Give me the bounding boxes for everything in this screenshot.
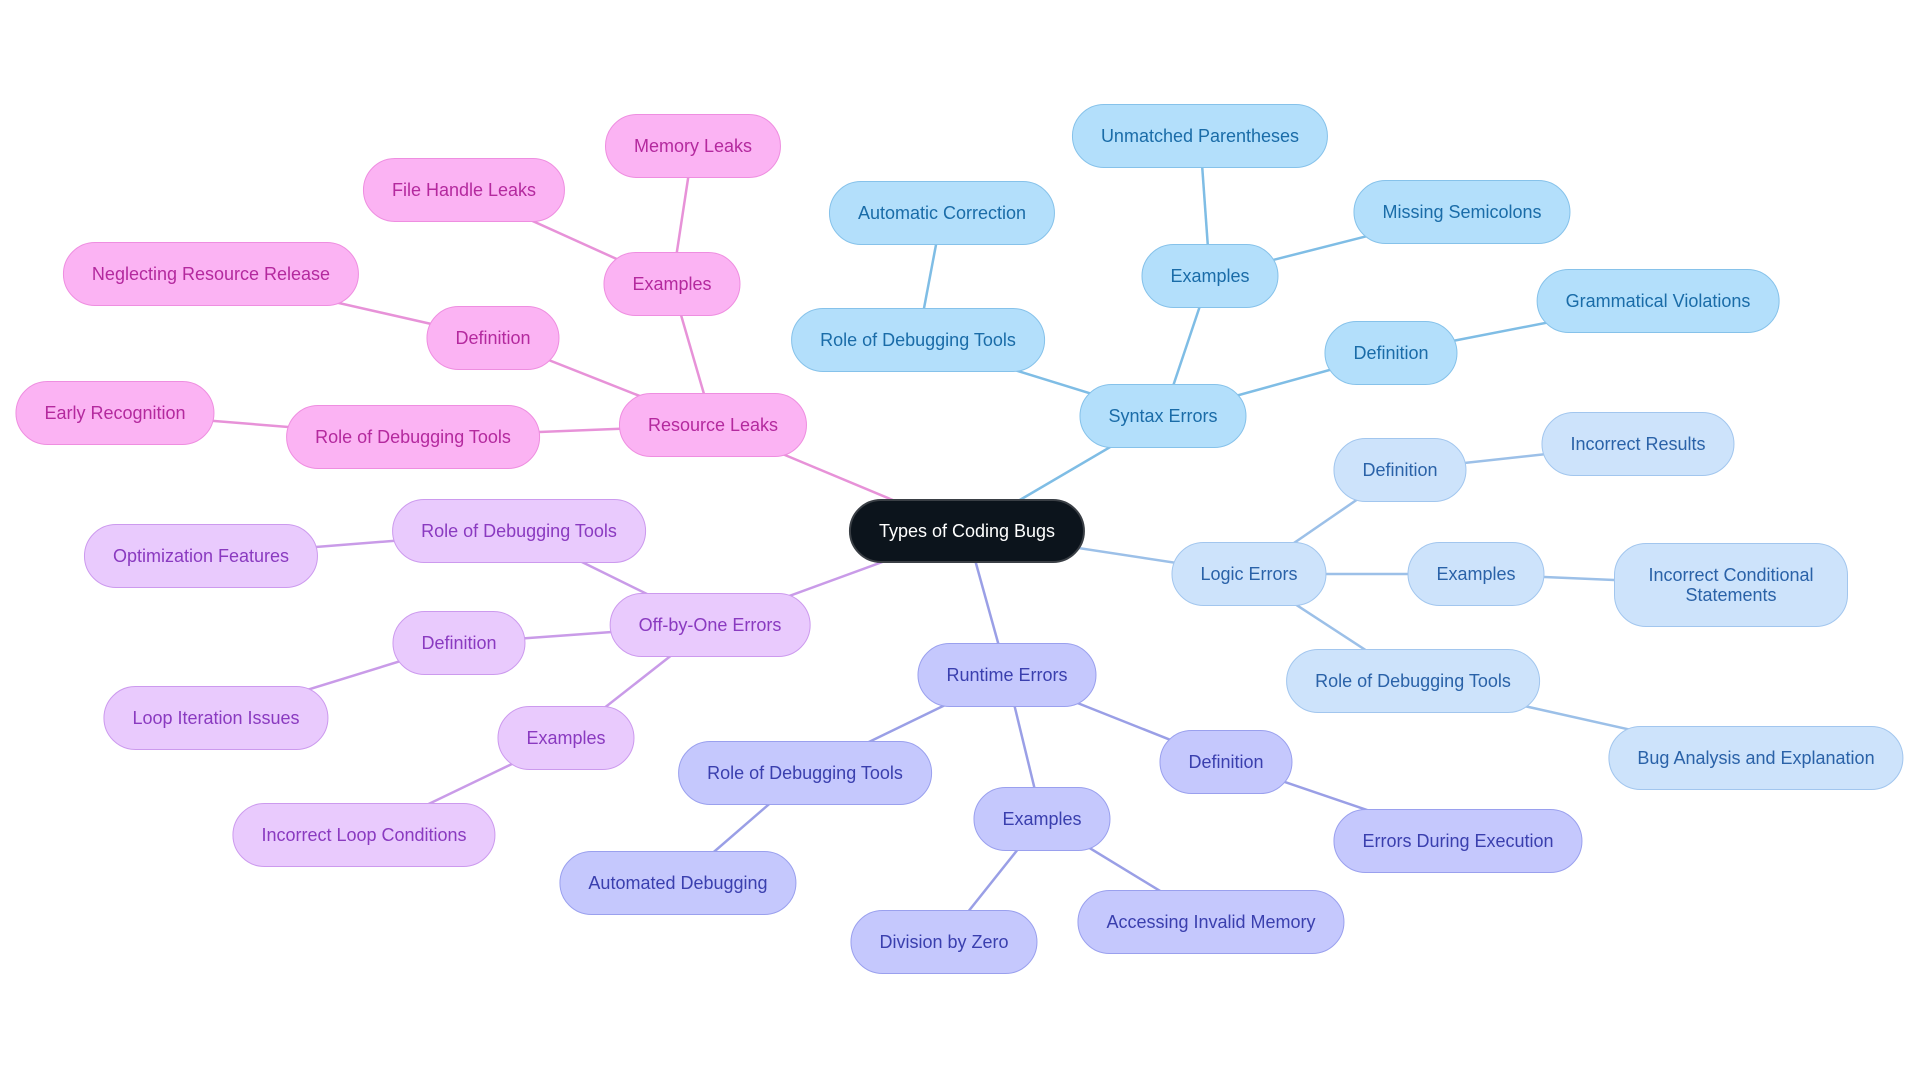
node-label: Examples <box>1170 266 1250 286</box>
node-logic-role-bug[interactable]: Bug Analysis and Explanation <box>1608 726 1904 790</box>
node-logic-role[interactable]: Role of Debugging Tools <box>1286 649 1540 713</box>
node-obo-def-loop[interactable]: Loop Iteration Issues <box>103 686 329 750</box>
node-rl-ex-mem[interactable]: Memory Leaks <box>604 114 782 178</box>
node-label: Definition <box>1362 460 1438 480</box>
node-logic-def-res[interactable]: Incorrect Results <box>1541 412 1735 476</box>
node-label: Missing Semicolons <box>1382 202 1542 222</box>
node-logic-def[interactable]: Definition <box>1333 438 1467 502</box>
node-label: Runtime Errors <box>946 665 1068 685</box>
node-label: Role of Debugging Tools <box>421 521 617 541</box>
node-rl-ex-file[interactable]: File Handle Leaks <box>362 158 566 222</box>
node-label: Division by Zero <box>879 932 1009 952</box>
node-label: Grammatical Violations <box>1565 291 1751 311</box>
node-obo-role[interactable]: Role of Debugging Tools <box>392 499 646 563</box>
node-label: Memory Leaks <box>633 136 753 156</box>
node-syntax-role-auto[interactable]: Automatic Correction <box>828 181 1056 245</box>
node-runtime-ex-zero[interactable]: Division by Zero <box>850 910 1038 974</box>
node-syntax[interactable]: Syntax Errors <box>1079 384 1247 448</box>
node-label: Syntax Errors <box>1108 406 1218 426</box>
node-rl-role[interactable]: Role of Debugging Tools <box>286 405 540 469</box>
node-label: Definition <box>1353 343 1429 363</box>
node-label: File Handle Leaks <box>391 180 537 200</box>
node-label: Incorrect Results <box>1570 434 1706 454</box>
node-label: Resource Leaks <box>647 415 779 435</box>
node-label: Examples <box>632 274 712 294</box>
node-obo-def[interactable]: Definition <box>392 611 526 675</box>
node-obo-ex[interactable]: Examples <box>497 706 635 770</box>
node-syntax-ex[interactable]: Examples <box>1141 244 1279 308</box>
node-label: Role of Debugging Tools <box>707 763 903 783</box>
mind-map-canvas: Types of Coding Bugs Syntax Errors Role of… <box>0 0 1920 1083</box>
node-runtime-ex[interactable]: Examples <box>973 787 1111 851</box>
node-label: Definition <box>421 633 497 653</box>
node-label: Automated Debugging <box>588 873 768 893</box>
node-label: Examples <box>526 728 606 748</box>
node-label: Unmatched Parentheses <box>1100 126 1300 146</box>
node-obo-ex-cond[interactable]: Incorrect Loop Conditions <box>232 803 496 867</box>
node-label: Logic Errors <box>1200 564 1298 584</box>
node-label: Off-by-One Errors <box>638 615 782 635</box>
node-rl-role-early[interactable]: Early Recognition <box>15 381 215 445</box>
node-logic[interactable]: Logic Errors <box>1171 542 1327 606</box>
node-label: Role of Debugging Tools <box>820 330 1016 350</box>
node-runtime[interactable]: Runtime Errors <box>917 643 1097 707</box>
node-label: Loop Iteration Issues <box>132 708 300 728</box>
node-obo-role-opt[interactable]: Optimization Features <box>83 524 319 588</box>
node-label: Neglecting Resource Release <box>91 264 331 284</box>
node-label: Types of Coding Bugs <box>878 521 1056 541</box>
node-syntax-role[interactable]: Role of Debugging Tools <box>791 308 1045 372</box>
node-label: Incorrect Loop Conditions <box>261 825 467 845</box>
node-label: Optimization Features <box>112 546 290 566</box>
node-runtime-role-auto[interactable]: Automated Debugging <box>559 851 797 915</box>
node-label: Definition <box>455 328 531 348</box>
node-rl-def-neg[interactable]: Neglecting Resource Release <box>62 242 360 306</box>
node-label: Role of Debugging Tools <box>1315 671 1511 691</box>
node-label: Examples <box>1002 809 1082 829</box>
node-label: Errors During Execution <box>1362 831 1554 851</box>
node-rl-def[interactable]: Definition <box>426 306 560 370</box>
node-rl[interactable]: Resource Leaks <box>618 393 808 457</box>
node-obo[interactable]: Off-by-One Errors <box>609 593 811 657</box>
node-label: Automatic Correction <box>857 203 1027 223</box>
node-label: Bug Analysis and Explanation <box>1637 748 1875 768</box>
node-logic-ex[interactable]: Examples <box>1407 542 1545 606</box>
node-label: Examples <box>1436 564 1516 584</box>
node-rl-ex[interactable]: Examples <box>603 252 741 316</box>
node-syntax-def[interactable]: Definition <box>1324 321 1458 385</box>
node-label: Role of Debugging Tools <box>315 427 511 447</box>
node-syntax-ex-semi[interactable]: Missing Semicolons <box>1353 180 1571 244</box>
node-label: Accessing Invalid Memory <box>1106 912 1316 932</box>
node-label: Incorrect Conditional Statements <box>1648 565 1814 605</box>
node-runtime-ex-mem[interactable]: Accessing Invalid Memory <box>1077 890 1345 954</box>
node-runtime-role[interactable]: Role of Debugging Tools <box>678 741 932 805</box>
node-runtime-def[interactable]: Definition <box>1159 730 1293 794</box>
node-label: Early Recognition <box>44 403 186 423</box>
node-label: Definition <box>1188 752 1264 772</box>
node-runtime-def-exec[interactable]: Errors During Execution <box>1333 809 1583 873</box>
node-logic-ex-cond[interactable]: Incorrect Conditional Statements <box>1614 543 1848 627</box>
root-node[interactable]: Types of Coding Bugs <box>848 499 1086 563</box>
node-syntax-ex-paren[interactable]: Unmatched Parentheses <box>1071 104 1329 168</box>
node-syntax-def-gram[interactable]: Grammatical Violations <box>1536 269 1780 333</box>
